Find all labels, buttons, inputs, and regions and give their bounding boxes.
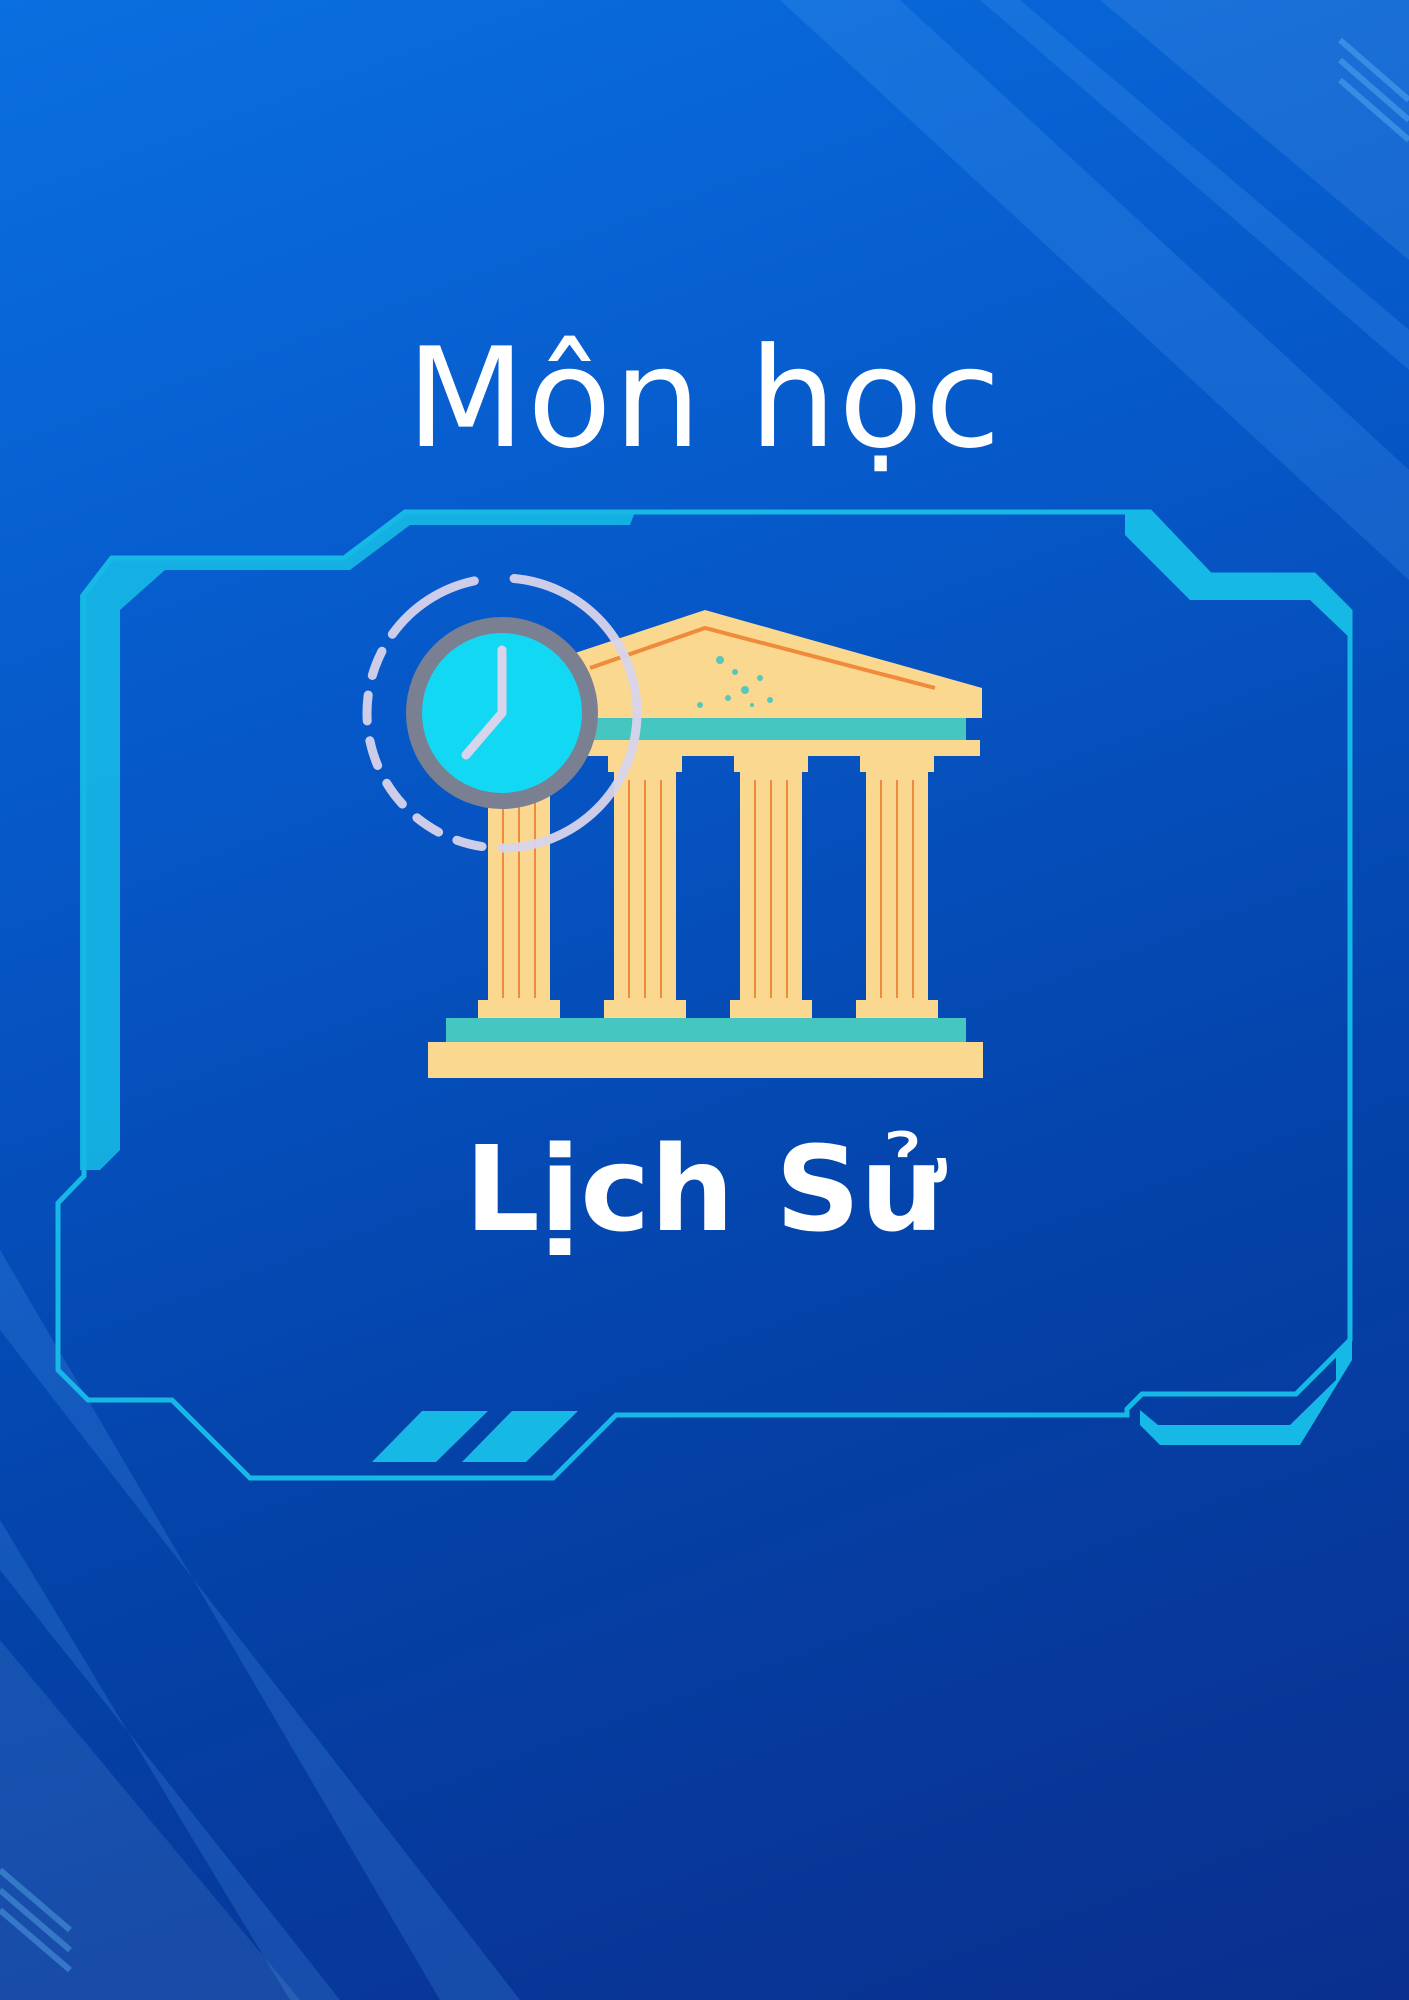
temple-top-band <box>560 718 966 740</box>
temple-icon <box>362 573 983 1078</box>
temple-base <box>428 1042 983 1078</box>
subject-title: Lịch Sử <box>464 1120 945 1258</box>
clock-icon <box>362 573 642 853</box>
temple-base-band <box>446 1018 966 1042</box>
